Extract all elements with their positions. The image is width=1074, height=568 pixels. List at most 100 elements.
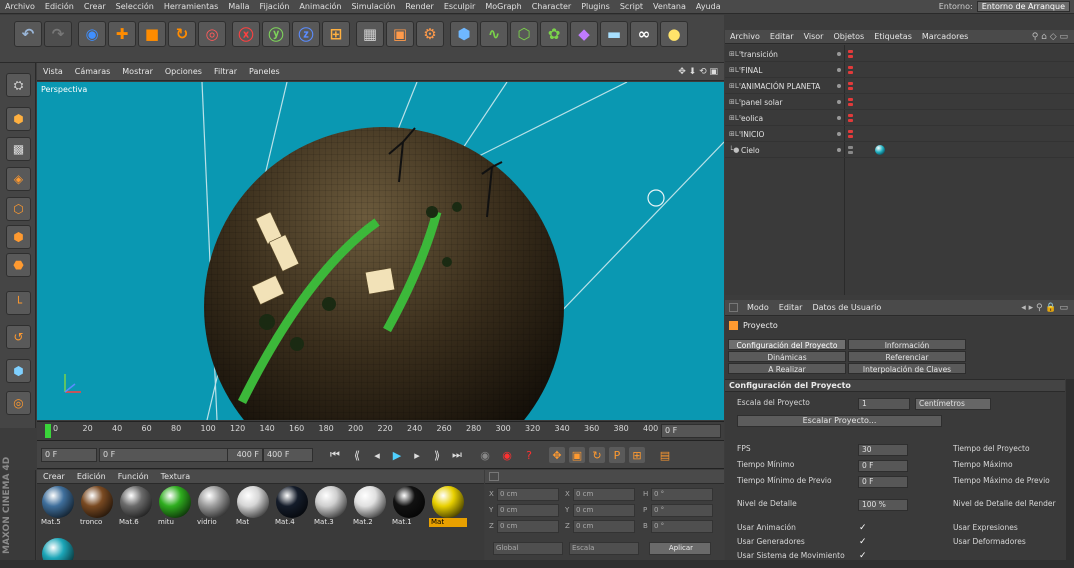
attribute-menu-item-2[interactable]: Datos de Usuario xyxy=(807,303,886,312)
coordinate-system-icon[interactable]: ⊞ xyxy=(322,21,350,47)
timeline-end-field[interactable]: 0 F xyxy=(661,424,721,438)
coordinate-value-field[interactable]: 0 ° xyxy=(651,520,713,533)
visibility-dots-icon[interactable] xyxy=(848,114,854,123)
object-menu-item-5[interactable]: Marcadores xyxy=(917,32,973,41)
z-axis-lock-icon[interactable]: ⓩ xyxy=(292,21,320,47)
object-row[interactable]: ⊞L⁰ FINAL xyxy=(725,63,1074,78)
sky-tag-icon[interactable] xyxy=(875,145,885,155)
menu-item-15[interactable]: Ventana xyxy=(648,2,691,11)
subdivision-surface-icon[interactable]: ⬡ xyxy=(510,21,538,47)
array-cloner-icon[interactable]: ✿ xyxy=(540,21,568,47)
material-swatch[interactable]: Mat.3 xyxy=(312,486,350,534)
start-frame-field[interactable]: 0 F xyxy=(41,448,97,462)
point-level-key-icon[interactable]: ⊞ xyxy=(629,447,645,463)
move-tool-icon[interactable]: ✚ xyxy=(108,21,136,47)
tab-a-realizar[interactable]: A Realizar xyxy=(728,363,846,374)
object-row[interactable]: ⊞L⁰ transición xyxy=(725,47,1074,62)
object-row[interactable]: ⊞L⁰ INICIO xyxy=(725,127,1074,142)
tab-referenciar[interactable]: Referenciar xyxy=(848,351,966,362)
tab-informacion[interactable]: Información xyxy=(848,339,966,350)
points-mode-icon[interactable]: ⬡ xyxy=(6,197,31,221)
timeline-ruler[interactable]: 0 F 0 20 40 60 80 100 120 140 160 180 200 220 240 260… xyxy=(37,421,724,441)
redo-icon[interactable]: ↷ xyxy=(44,21,72,47)
spline-pen-icon[interactable]: ∿ xyxy=(480,21,508,47)
edges-mode-icon[interactable]: ⬢ xyxy=(6,225,31,249)
attribute-nav-icons[interactable]: ◂ ▸ ⚲ 🔒 ▭ xyxy=(1021,303,1068,313)
parameter-key-icon[interactable]: P xyxy=(609,447,625,463)
tab-interpolacion[interactable]: Interpolación de Claves xyxy=(848,363,966,374)
menu-item-4[interactable]: Herramientas xyxy=(159,2,224,11)
visibility-dots-icon[interactable] xyxy=(848,146,854,155)
object-menu-item-3[interactable]: Objetos xyxy=(828,32,869,41)
workplane-mode-icon[interactable]: ◈ xyxy=(6,167,31,191)
next-frame-icon[interactable]: ▸ xyxy=(409,447,425,463)
recent-tool-icon[interactable]: ◎ xyxy=(198,21,226,47)
checkbox-checked-icon[interactable]: ✓ xyxy=(859,537,867,547)
menu-item-16[interactable]: Ayuda xyxy=(691,2,726,11)
select-tool-icon[interactable]: ◉ xyxy=(78,21,106,47)
attribute-menu-item-0[interactable]: Modo xyxy=(742,303,774,312)
keyframe-selection-icon[interactable]: ? xyxy=(521,447,537,463)
render-settings-icon[interactable]: ⚙ xyxy=(416,21,444,47)
viewport-menu-item-0[interactable]: Vista xyxy=(37,67,69,76)
material-swatch[interactable]: Mat.5 xyxy=(39,486,77,534)
coordinate-value-field[interactable]: 0 cm xyxy=(497,488,559,501)
object-row[interactable]: ⊞L⁰ ANIMACIÓN PLANETA xyxy=(725,79,1074,94)
camera-icon[interactable]: ∞ xyxy=(630,21,658,47)
object-menu-item-1[interactable]: Editar xyxy=(765,32,799,41)
menu-item-9[interactable]: Render xyxy=(400,2,438,11)
floor-scene-icon[interactable]: ▬ xyxy=(600,21,628,47)
render-picture-viewer-icon[interactable]: ▣ xyxy=(386,21,414,47)
position-key-icon[interactable]: ✥ xyxy=(549,447,565,463)
material-swatch[interactable]: vidrio xyxy=(195,486,233,534)
material-swatch[interactable]: tronco xyxy=(78,486,116,534)
material-swatch[interactable]: Mat.6 xyxy=(117,486,155,534)
visibility-dots-icon[interactable] xyxy=(848,66,854,75)
viewport-menu-item-3[interactable]: Opciones xyxy=(159,67,208,76)
menu-item-10[interactable]: Esculpir xyxy=(439,2,481,11)
coordinate-value-field[interactable]: 0 ° xyxy=(651,488,713,501)
texture-mode-icon[interactable]: ▩ xyxy=(6,137,31,161)
menu-item-0[interactable]: Archivo xyxy=(0,2,40,11)
end-frame-field[interactable]: 400 F xyxy=(263,448,313,462)
attribute-value-field[interactable]: 0 F xyxy=(858,460,908,472)
material-swatch[interactable]: mitu xyxy=(156,486,194,534)
render-view-icon[interactable]: ▦ xyxy=(356,21,384,47)
previous-frame-icon[interactable]: ◂ xyxy=(369,447,385,463)
polygons-mode-icon[interactable]: ⬣ xyxy=(6,253,31,277)
coordinate-mode-dropdown[interactable]: Global xyxy=(493,542,563,555)
material-swatch[interactable]: Mat.1 xyxy=(390,486,428,534)
light-icon[interactable]: ● xyxy=(660,21,688,47)
visibility-dots-icon[interactable] xyxy=(848,98,854,107)
visibility-dots-icon[interactable] xyxy=(848,130,854,139)
viewport-menu-item-2[interactable]: Mostrar xyxy=(116,67,159,76)
3d-viewport[interactable]: Perspectiva xyxy=(37,82,724,420)
material-swatch[interactable]: Mat xyxy=(429,486,467,534)
apply-button[interactable]: Aplicar xyxy=(649,542,711,555)
deformer-icon[interactable]: ◆ xyxy=(570,21,598,47)
visibility-dots-icon[interactable] xyxy=(848,50,854,59)
menu-item-12[interactable]: Character xyxy=(527,2,577,11)
attribute-value-field[interactable]: 100 % xyxy=(858,499,908,511)
menu-item-11[interactable]: MoGraph xyxy=(480,2,526,11)
scale-unit-dropdown[interactable]: Centímetros xyxy=(915,398,991,410)
viewport-nav-icons[interactable]: ✥ ⬇ ⟲ ▣ xyxy=(678,67,718,77)
snap-icon[interactable]: ↺ xyxy=(6,325,31,349)
quantize-icon[interactable]: ◎ xyxy=(6,391,31,415)
coordinate-value-field[interactable]: 0 cm xyxy=(497,504,559,517)
menu-item-13[interactable]: Plugins xyxy=(576,2,615,11)
object-menu-item-4[interactable]: Etiquetas xyxy=(869,32,917,41)
timeline-window-icon[interactable]: ▤ xyxy=(657,447,673,463)
environment-dropdown[interactable]: Entorno de Arranque xyxy=(976,1,1070,12)
coordinate-value-field[interactable]: 0 cm xyxy=(573,520,635,533)
menu-item-2[interactable]: Crear xyxy=(79,2,111,11)
menu-item-5[interactable]: Malla xyxy=(223,2,254,11)
menu-item-14[interactable]: Script xyxy=(615,2,648,11)
object-search-icons[interactable]: ⚲ ⌂ ◇ ▭ xyxy=(1032,32,1068,42)
material-swatch[interactable]: Mat.4 xyxy=(273,486,311,534)
x-axis-lock-icon[interactable]: ⓧ xyxy=(232,21,260,47)
light-gizmo[interactable] xyxy=(647,189,665,207)
y-axis-lock-icon[interactable]: ⓨ xyxy=(262,21,290,47)
visibility-dots-icon[interactable] xyxy=(848,82,854,91)
viewport-menu-item-1[interactable]: Cámaras xyxy=(69,67,117,76)
